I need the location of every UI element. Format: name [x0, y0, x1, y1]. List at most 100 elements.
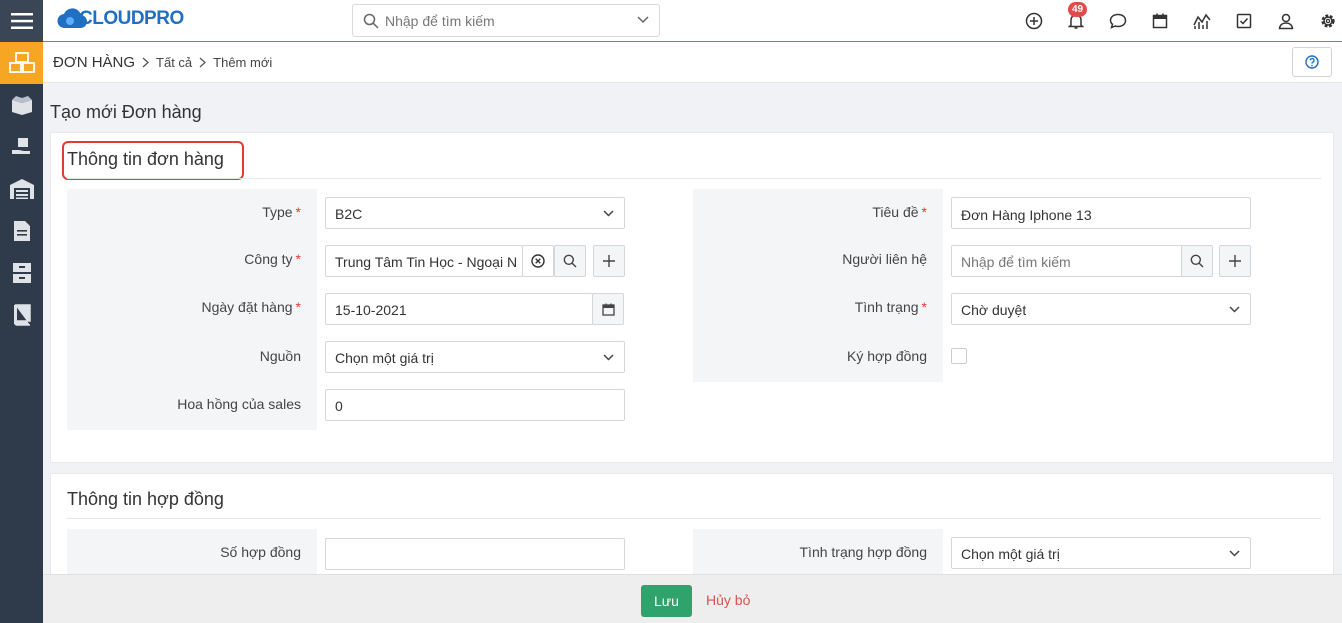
breadcrumb-all[interactable]: Tất cả — [156, 55, 192, 70]
save-button[interactable]: Lưu — [641, 585, 692, 617]
global-search[interactable] — [352, 4, 660, 37]
add-button[interactable] — [1023, 10, 1045, 32]
company-label: Công ty * — [244, 251, 301, 267]
plus-circle-icon — [1025, 12, 1043, 30]
search-input[interactable] — [385, 11, 625, 31]
order-date-label: Ngày đặt hàng * — [201, 299, 301, 315]
contact-label: Người liên hệ — [842, 251, 927, 267]
close-circle-icon — [531, 254, 545, 268]
contract-status-select[interactable]: Chọn một giá trị — [951, 537, 1251, 569]
clear-company-button[interactable] — [522, 245, 554, 277]
sidebar-item-delivery[interactable] — [0, 126, 43, 168]
chevron-down-icon — [603, 354, 614, 361]
add-contact-button[interactable] — [1219, 245, 1251, 277]
commission-label: Hoa hồng của sales — [177, 396, 301, 412]
commission-input[interactable]: 0 — [325, 389, 625, 421]
subject-value: Đơn Hàng Iphone 13 — [961, 207, 1092, 223]
signed-label: Ký hợp đồng — [846, 348, 927, 364]
form-footer: Lưu Hủy bỏ — [43, 574, 1342, 623]
contract-status-value: Chọn một giá trị — [961, 546, 1060, 562]
app-logo[interactable]: CLOUDPRO — [57, 8, 184, 30]
help-button[interactable] — [1292, 47, 1332, 77]
check-square-icon — [1236, 13, 1252, 29]
sidebar-item-sales[interactable] — [0, 42, 43, 84]
order-info-section: Thông tin đơn hàng Type * B2C Công ty * Tr… — [50, 132, 1334, 463]
chevron-right-icon — [142, 57, 150, 68]
type-label: Type * — [262, 204, 301, 220]
top-bar: CLOUDPRO — [43, 0, 1342, 42]
date-picker-button[interactable] — [592, 293, 624, 325]
contract-no-label: Số hợp đồng — [220, 544, 301, 560]
sidebar-item-archive[interactable] — [0, 252, 43, 294]
add-company-button[interactable] — [593, 245, 625, 277]
help-icon — [1305, 55, 1319, 69]
book-icon — [13, 304, 31, 326]
cancel-button[interactable]: Hủy bỏ — [706, 592, 750, 608]
commission-value: 0 — [335, 398, 343, 414]
source-value: Chọn một giá trị — [335, 350, 434, 366]
company-field[interactable]: Trung Tâm Tin Học - Ngoại N — [325, 245, 523, 277]
notification-count-badge: 49 — [1068, 2, 1088, 17]
contact-placeholder: Nhập để tìm kiếm — [961, 254, 1071, 270]
type-select[interactable]: B2C — [325, 197, 625, 229]
menu-toggle[interactable] — [0, 0, 43, 42]
plus-icon — [603, 255, 615, 267]
plus-icon — [1229, 255, 1241, 267]
breadcrumb-module[interactable]: ĐƠN HÀNG — [53, 54, 135, 71]
order-date-value: 15-10-2021 — [335, 302, 407, 318]
chat-button[interactable] — [1107, 10, 1129, 32]
subject-label: Tiêu đề * — [872, 204, 927, 220]
search-company-button[interactable] — [554, 245, 586, 277]
boxes-icon — [8, 52, 35, 73]
section-title: Thông tin hợp đồng — [67, 489, 224, 509]
user-icon — [1278, 13, 1294, 30]
sidebar-item-warehouse[interactable] — [0, 168, 43, 210]
page-title: Tạo mới Đơn hàng — [50, 102, 202, 122]
breadcrumb-bar: ĐƠN HÀNG Tất cả Thêm mới — [43, 42, 1342, 83]
reports-button[interactable] — [1191, 10, 1213, 32]
contract-no-input[interactable] — [325, 538, 625, 570]
calendar-button[interactable] — [1149, 10, 1171, 32]
type-value: B2C — [335, 206, 363, 222]
section-title: Thông tin đơn hàng — [67, 149, 224, 169]
calendar-icon — [601, 303, 615, 316]
company-value: Trung Tâm Tin Học - Ngoại N — [335, 254, 517, 270]
sidebar — [0, 0, 43, 623]
chevron-down-icon[interactable] — [637, 16, 649, 24]
chat-icon — [1109, 13, 1127, 29]
search-icon — [1190, 254, 1204, 268]
source-label: Nguồn — [259, 348, 301, 364]
hamburger-icon — [10, 13, 33, 29]
chart-line-icon — [1193, 13, 1211, 29]
source-select[interactable]: Chọn một giá trị — [325, 341, 625, 373]
search-contact-button[interactable] — [1181, 245, 1213, 277]
signed-checkbox[interactable] — [951, 348, 967, 364]
sidebar-item-products[interactable] — [0, 84, 43, 126]
gear-icon — [1321, 14, 1335, 28]
sidebar-item-documents[interactable] — [0, 210, 43, 252]
status-label: Tình trạng * — [854, 299, 927, 315]
breadcrumb: ĐƠN HÀNG Tất cả Thêm mới — [53, 54, 272, 71]
contact-input[interactable]: Nhập để tìm kiếm — [951, 245, 1183, 277]
tasks-button[interactable] — [1233, 10, 1255, 32]
chevron-down-icon — [1229, 306, 1240, 313]
hand-box-icon — [11, 138, 30, 154]
chevron-down-icon — [603, 210, 614, 217]
file-icon — [13, 221, 30, 241]
sidebar-item-book[interactable] — [0, 294, 43, 336]
search-icon — [363, 13, 379, 29]
logo-text: CLOUDPRO — [79, 8, 184, 29]
contract-status-label: Tình trạng hợp đồng — [799, 544, 928, 560]
status-value: Chờ duyệt — [961, 302, 1027, 318]
subject-input[interactable]: Đơn Hàng Iphone 13 — [951, 197, 1251, 229]
search-icon — [563, 254, 577, 268]
profile-button[interactable] — [1275, 10, 1297, 32]
archive-icon — [12, 263, 31, 283]
warehouse-icon — [9, 179, 34, 199]
status-select[interactable]: Chờ duyệt — [951, 293, 1251, 325]
order-date-field[interactable]: 15-10-2021 — [325, 293, 593, 325]
settings-button[interactable] — [1317, 10, 1339, 32]
box-open-icon — [11, 96, 32, 115]
section-divider — [67, 178, 1321, 179]
section-divider — [67, 518, 1321, 519]
